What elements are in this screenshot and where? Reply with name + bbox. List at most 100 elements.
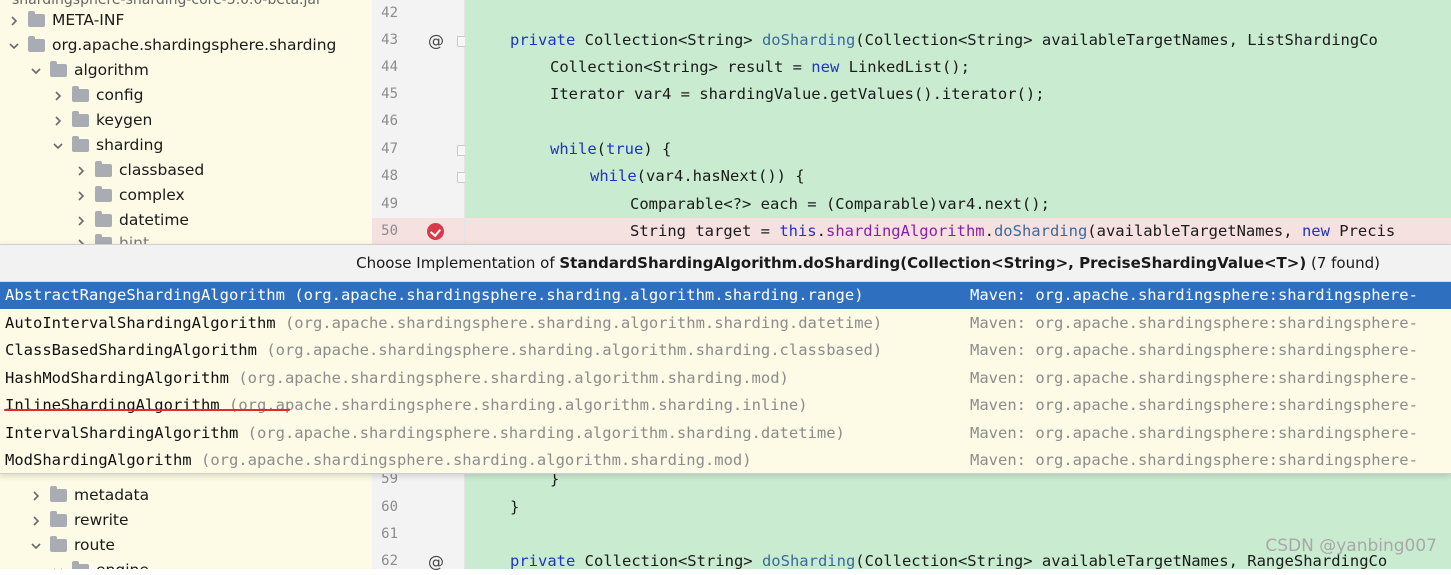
folder-icon	[50, 511, 67, 527]
folder-icon	[72, 86, 89, 102]
override-at-icon[interactable]: @	[428, 548, 444, 575]
tree-item-route[interactable]: route	[28, 533, 115, 558]
line-number: 50	[372, 218, 464, 245]
line-number-text: 61	[381, 526, 398, 542]
implementation-library: Maven: org.apache.shardingsphere:shardin…	[970, 286, 1418, 304]
tree-item-config[interactable]: config	[50, 83, 143, 108]
code-text: Collection<String> result = new LinkedLi…	[550, 58, 970, 76]
chevron-right-icon[interactable]	[28, 508, 44, 533]
implementation-item-classbasedshardingalgorithm[interactable]: ClassBasedShardingAlgorithm (org.apache.…	[0, 337, 1451, 364]
line-number: 46	[372, 108, 398, 135]
code-line[interactable]: }	[465, 494, 1451, 521]
line-number: 45	[372, 81, 398, 108]
choose-implementation-popup: Choose Implementation of StandardShardin…	[0, 244, 1451, 474]
line-number: 61	[372, 521, 398, 548]
tree-item-keygen[interactable]: keygen	[50, 108, 152, 133]
tree-item-label: META-INF	[52, 11, 125, 29]
folder-icon	[72, 111, 89, 127]
line-number-text: 49	[381, 196, 398, 212]
code-line[interactable]: Comparable<?> each = (Comparable)var4.ne…	[465, 191, 1451, 218]
implementation-class-name: InlineShardingAlgorithm	[5, 396, 220, 414]
chevron-down-icon[interactable]	[28, 58, 44, 83]
tree-item-classbased[interactable]: classbased	[73, 158, 204, 183]
implementation-package: (org.apache.shardingsphere.sharding.algo…	[294, 286, 864, 304]
tree-item-label: rewrite	[74, 511, 129, 529]
code-line[interactable]: private Collection<String> doSharding(Co…	[465, 27, 1451, 54]
tree-item-label: metadata	[74, 486, 150, 504]
chevron-right-icon[interactable]	[28, 483, 44, 508]
folder-icon	[95, 186, 112, 202]
chevron-right-icon[interactable]	[6, 8, 22, 33]
chevron-right-icon[interactable]	[73, 158, 89, 183]
chevron-down-icon[interactable]	[6, 33, 22, 58]
tree-item-sharding[interactable]: sharding	[50, 133, 163, 158]
line-number-text: 42	[381, 5, 398, 21]
chevron-right-icon[interactable]	[73, 183, 89, 208]
tree-item-metadata[interactable]: metadata	[28, 483, 149, 508]
code-text: String target = this.shardingAlgorithm.d…	[630, 222, 1396, 240]
code-line[interactable]: String target = this.shardingAlgorithm.d…	[465, 218, 1451, 245]
chevron-down-icon[interactable]	[28, 533, 44, 558]
tree-item-label: org.apache.shardingsphere.sharding	[52, 36, 337, 54]
line-number-text: 45	[381, 86, 398, 102]
line-number-text: 43	[381, 32, 398, 48]
implementation-item-hashmodshardingalgorithm[interactable]: HashModShardingAlgorithm (org.apache.sha…	[0, 365, 1451, 392]
tree-item-org-apache-shardingsphere-sharding[interactable]: org.apache.shardingsphere.sharding	[6, 33, 336, 58]
implementation-package: (org.apache.shardingsphere.sharding.algo…	[238, 369, 789, 387]
line-number: 47	[372, 136, 398, 163]
tree-item-meta-inf[interactable]: META-INF	[6, 8, 124, 33]
line-number: 60	[372, 494, 398, 521]
implementation-library: Maven: org.apache.shardingsphere:shardin…	[970, 424, 1418, 442]
tree-item-label: engine	[96, 558, 149, 569]
line-number-text: 47	[381, 141, 398, 157]
line-number-text: 50	[381, 223, 398, 239]
implementation-library: Maven: org.apache.shardingsphere:shardin…	[970, 341, 1418, 359]
code-line[interactable]	[465, 0, 1451, 27]
implementation-item-autointervalshardingalgorithm[interactable]: AutoIntervalShardingAlgorithm (org.apach…	[0, 310, 1451, 337]
code-text: private Collection<String> doSharding(Co…	[510, 552, 1388, 570]
override-at-icon[interactable]: @	[428, 27, 444, 54]
tree-item-label: complex	[119, 186, 185, 204]
chevron-right-icon[interactable]	[50, 83, 66, 108]
code-line[interactable]: Collection<String> result = new LinkedLi…	[465, 54, 1451, 81]
tree-item-complex[interactable]: complex	[73, 183, 185, 208]
implementation-item-inlineshardingalgorithm[interactable]: InlineShardingAlgorithm (org.apache.shar…	[0, 392, 1451, 419]
code-text: while(var4.hasNext()) {	[590, 167, 805, 185]
code-line[interactable]: Iterator var4 = shardingValue.getValues(…	[465, 81, 1451, 108]
watermark: CSDN @yanbing007	[1265, 536, 1437, 556]
tree-item-label: keygen	[96, 111, 153, 129]
folder-icon	[95, 161, 112, 177]
chevron-down-icon[interactable]	[50, 133, 66, 158]
implementation-package: (org.apache.shardingsphere.sharding.algo…	[284, 314, 883, 332]
red-annotation-underline	[4, 409, 290, 411]
code-text: private Collection<String> doSharding(Co…	[510, 31, 1378, 49]
implementation-library: Maven: org.apache.shardingsphere:shardin…	[970, 451, 1418, 469]
breakpoint-icon[interactable]	[427, 223, 444, 240]
implementation-item-abstractrangeshardingalgorithm[interactable]: AbstractRangeShardingAlgorithm (org.apac…	[0, 282, 1451, 309]
tree-item-datetime[interactable]: datetime	[73, 208, 189, 233]
implementation-package: (org.apache.shardingsphere.sharding.algo…	[228, 396, 808, 414]
chevron-right-icon[interactable]	[50, 108, 66, 133]
code-line[interactable]	[465, 108, 1451, 135]
tree-item-engine[interactable]: engine	[50, 558, 149, 569]
implementation-item-modshardingalgorithm[interactable]: ModShardingAlgorithm (org.apache.shardin…	[0, 447, 1451, 473]
chevron-down-icon[interactable]	[50, 558, 66, 569]
folder-icon	[50, 536, 67, 552]
folder-icon	[72, 136, 89, 152]
popup-title-count: (7 found)	[1306, 254, 1380, 272]
code-line[interactable]: while(true) {	[465, 136, 1451, 163]
implementation-package: (org.apache.shardingsphere.sharding.algo…	[247, 424, 845, 442]
code-text: Comparable<?> each = (Comparable)var4.ne…	[630, 195, 1050, 213]
chevron-right-icon[interactable]	[73, 208, 89, 233]
implementation-item-intervalshardingalgorithm[interactable]: IntervalShardingAlgorithm (org.apache.sh…	[0, 420, 1451, 447]
tree-item-label: algorithm	[74, 61, 149, 79]
implementation-library: Maven: org.apache.shardingsphere:shardin…	[970, 369, 1418, 387]
folder-icon	[50, 61, 67, 77]
code-text: }	[510, 498, 520, 516]
line-number: 48	[372, 163, 398, 190]
code-line[interactable]: while(var4.hasNext()) {	[465, 163, 1451, 190]
tree-item-algorithm[interactable]: algorithm	[28, 58, 149, 83]
tree-item-rewrite[interactable]: rewrite	[28, 508, 129, 533]
line-number-text: 44	[381, 59, 398, 75]
tree-item-label: classbased	[119, 161, 205, 179]
